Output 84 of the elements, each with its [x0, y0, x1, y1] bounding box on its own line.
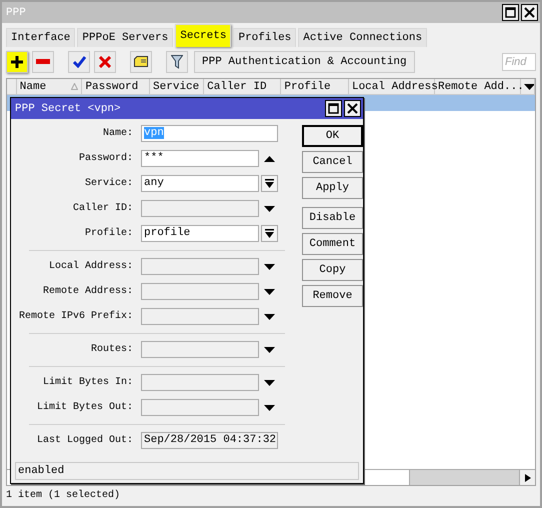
input-field[interactable] — [141, 399, 259, 416]
input-field[interactable]: *** — [141, 150, 259, 167]
field-label: Profile: — [84, 228, 134, 239]
note-icon — [134, 56, 148, 67]
add-button[interactable] — [6, 50, 28, 72]
input-field[interactable] — [141, 200, 259, 217]
tab[interactable]: Secrets — [175, 24, 232, 47]
field-label: Local Address: — [48, 261, 134, 272]
column-header[interactable]: Service — [150, 79, 204, 94]
dropdown-icon — [265, 179, 274, 188]
field-label: Password: — [78, 153, 134, 164]
minus-icon — [36, 59, 50, 64]
scroll-thumb[interactable] — [409, 470, 519, 485]
tab[interactable]: Active Connections — [298, 28, 428, 47]
input-field[interactable] — [141, 374, 259, 391]
field-label: Last Logged Out: — [36, 435, 134, 446]
field-label: Remote Address: — [42, 286, 134, 297]
plus-icon — [11, 56, 23, 68]
tab[interactable]: Interface — [6, 28, 76, 47]
dialog-button[interactable]: Cancel — [302, 151, 363, 173]
dialog-button[interactable]: Comment — [302, 233, 363, 255]
field-label: Routes: — [90, 344, 134, 355]
dialog-button[interactable]: Apply — [302, 177, 363, 199]
status-text: 1 item (1 selected) — [6, 490, 120, 501]
field-label: Limit Bytes In: — [42, 377, 134, 388]
close-icon — [524, 7, 535, 18]
filter-button[interactable] — [166, 50, 188, 72]
disable-button[interactable] — [94, 50, 116, 72]
up-triangle-icon — [264, 156, 275, 162]
dialog-button[interactable]: Copy — [302, 259, 363, 281]
sort-icon — [71, 83, 78, 90]
caret-icon — [524, 84, 534, 90]
dialog-button[interactable]: Remove — [302, 285, 363, 307]
input-field: Sep/28/2015 04:37:32 — [141, 432, 278, 449]
tab[interactable]: Profiles — [233, 28, 296, 47]
maximize-button[interactable] — [502, 4, 519, 21]
remove-button[interactable] — [32, 50, 54, 72]
authentication-button[interactable]: PPP Authentication & Accounting — [194, 50, 415, 72]
dialog-title: PPP Secret <vpn> — [15, 102, 121, 114]
column-header[interactable]: Password — [82, 79, 150, 94]
dialog-button[interactable]: OK — [302, 125, 363, 147]
scroll-right-button[interactable] — [519, 470, 535, 485]
down-triangle-icon — [264, 264, 275, 270]
down-triangle-icon — [264, 380, 275, 386]
dropdown-icon — [265, 229, 274, 238]
column-header[interactable]: Caller ID — [204, 79, 282, 94]
input-field[interactable] — [141, 258, 259, 275]
input-field[interactable] — [141, 308, 259, 325]
dropdown-button[interactable] — [261, 175, 278, 192]
column-header[interactable]: Name — [16, 79, 82, 94]
right-arrow-icon — [524, 474, 530, 482]
find-field[interactable]: Find — [502, 52, 536, 70]
dialog-button[interactable]: Disable — [302, 207, 363, 229]
cross-icon — [99, 56, 111, 68]
maximize-button[interactable] — [325, 100, 342, 117]
field-label: Name: — [102, 128, 134, 139]
dropdown-button[interactable] — [261, 225, 278, 242]
input-field[interactable]: any — [141, 175, 259, 192]
field-label: Service: — [84, 178, 134, 189]
down-triangle-icon — [264, 346, 275, 352]
tab[interactable]: PPPoE Servers — [77, 28, 174, 47]
field-label: Caller ID: — [72, 203, 134, 214]
comment-button[interactable] — [130, 50, 152, 72]
input-field[interactable]: profile — [141, 225, 259, 242]
input-field[interactable] — [141, 283, 259, 300]
down-triangle-icon — [264, 404, 275, 410]
down-triangle-icon — [264, 206, 275, 212]
filter-icon — [171, 54, 183, 68]
close-icon — [347, 103, 358, 114]
down-triangle-icon — [264, 314, 275, 320]
maximize-icon — [505, 7, 516, 18]
maximize-icon — [328, 103, 339, 114]
check-icon — [72, 56, 86, 68]
column-header[interactable]: Local Address — [348, 79, 435, 94]
column-header[interactable]: Profile — [281, 79, 349, 94]
input-field[interactable] — [141, 341, 259, 358]
close-button[interactable] — [344, 100, 361, 117]
dialog-status: enabled — [15, 462, 359, 480]
close-button[interactable] — [521, 4, 538, 21]
enable-button[interactable] — [68, 50, 90, 72]
field-label: Remote IPv6 Prefix: — [19, 311, 134, 322]
window-title: PPP — [6, 6, 26, 18]
down-triangle-icon — [264, 288, 275, 294]
field-label: Limit Bytes Out: — [36, 402, 134, 413]
